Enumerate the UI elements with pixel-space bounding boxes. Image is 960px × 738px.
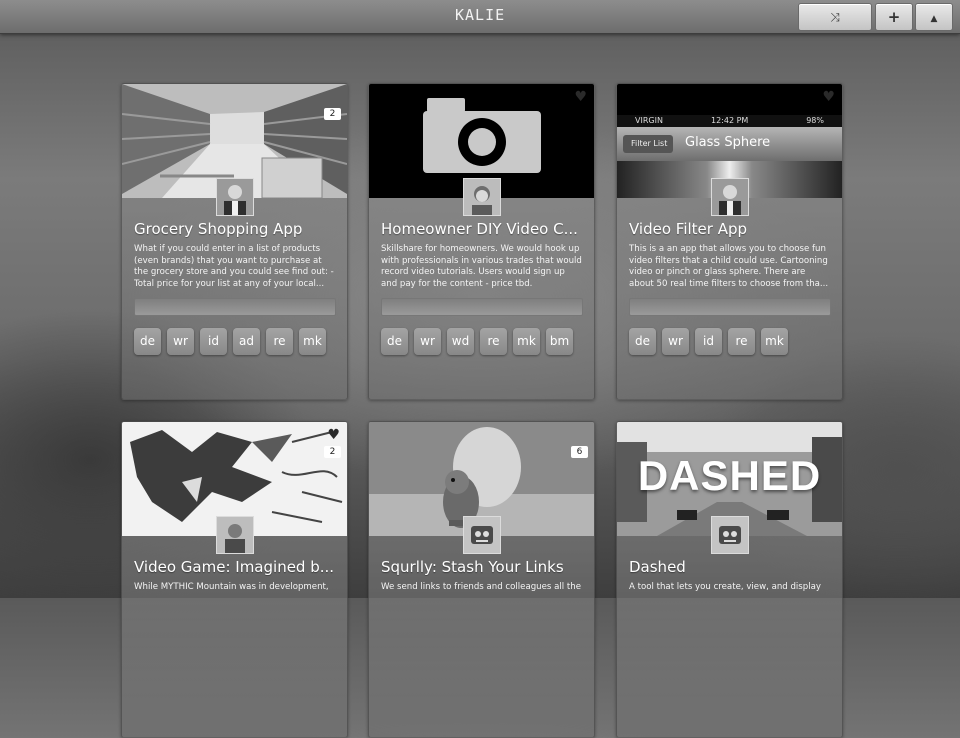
progress-bar (629, 298, 831, 316)
heart-icon[interactable]: ♥ (574, 90, 587, 104)
skill-tag[interactable]: bm (546, 328, 573, 355)
skill-tag[interactable]: wr (414, 328, 441, 355)
skill-tag[interactable]: de (381, 328, 408, 355)
skill-tag[interactable]: mk (761, 328, 788, 355)
avatar[interactable] (711, 178, 749, 216)
skill-tag[interactable]: id (695, 328, 722, 355)
project-card[interactable]: ♥ 2 Video Game: Imagined b... While MYTH… (121, 421, 348, 738)
project-card[interactable]: ♥ Homeowner DIY Video C... Skillshare fo… (368, 83, 595, 400)
project-card[interactable]: 6 Squrlly: Stash Your Links We send link… (368, 421, 595, 738)
skill-tag[interactable]: id (200, 328, 227, 355)
skill-tags: de wr id ad re mk (134, 328, 326, 355)
heart-icon[interactable]: ♥ (327, 428, 340, 442)
card-description: While MYTHIC Mountain was in development… (134, 582, 329, 592)
user-icon: ▲ (930, 14, 938, 24)
phone-screen-title: Glass Sphere (685, 135, 771, 150)
shuffle-button[interactable]: ⤨ (798, 3, 872, 31)
card-title[interactable]: Squrlly: Stash Your Links (381, 558, 586, 576)
progress-bar (381, 298, 583, 316)
project-card[interactable]: VIRGIN 12:42 PM 98% Filter List Glass Sp… (616, 83, 843, 400)
plus-icon: + (887, 8, 901, 26)
card-title[interactable]: Video Game: Imagined b... (134, 558, 339, 576)
top-bar: KALIE ⤨ + ▲ (0, 0, 960, 34)
card-title[interactable]: Homeowner DIY Video C... (381, 220, 586, 238)
comment-count-badge: 6 (571, 446, 588, 458)
skill-tags: de wr wd re mk bm (381, 328, 573, 355)
card-description: What if you could enter in a list of pro… (134, 244, 334, 289)
back-button: Filter List (623, 135, 674, 153)
avatar[interactable] (216, 516, 254, 554)
clock-label: 12:42 PM (711, 116, 749, 125)
card-description: A tool that lets you create, view, and d… (629, 582, 821, 592)
skill-tag[interactable]: de (629, 328, 656, 355)
avatar[interactable] (463, 178, 501, 216)
card-description: This is a an app that allows you to choo… (629, 244, 829, 289)
skill-tag[interactable]: wr (167, 328, 194, 355)
skill-tag[interactable]: wd (447, 328, 474, 355)
card-description: We send links to friends and colleagues … (381, 582, 582, 592)
app-logo[interactable]: KALIE (455, 6, 505, 24)
card-title[interactable]: Dashed (629, 558, 834, 576)
card-description: Skillshare for homeowners. We would hook… (381, 244, 582, 289)
profile-button[interactable]: ▲ (915, 3, 953, 31)
skill-tag[interactable]: mk (299, 328, 326, 355)
skill-tags: de wr id re mk (629, 328, 788, 355)
image-text-dashed: DASHED (637, 452, 822, 499)
skill-tag[interactable]: re (266, 328, 293, 355)
skill-tag[interactable]: wr (662, 328, 689, 355)
project-card[interactable]: DASHED Dashed A tool that lets you creat… (616, 421, 843, 738)
battery-label: 98% (806, 116, 824, 125)
add-button[interactable]: + (875, 3, 913, 31)
avatar[interactable] (463, 516, 501, 554)
skill-tag[interactable]: mk (513, 328, 540, 355)
avatar[interactable] (711, 516, 749, 554)
skill-tag[interactable]: re (728, 328, 755, 355)
skill-tag[interactable]: ad (233, 328, 260, 355)
project-card[interactable]: 2 Grocery Shopping App What if you could… (121, 83, 348, 400)
heart-icon[interactable]: ♥ (822, 90, 835, 104)
card-title[interactable]: Grocery Shopping App (134, 220, 339, 238)
phone-nav-bar: Filter List Glass Sphere (617, 127, 842, 161)
progress-bar (134, 298, 336, 316)
comment-count-badge: 2 (324, 446, 341, 458)
comment-count-badge: 2 (324, 108, 341, 120)
phone-status-bar: VIRGIN 12:42 PM 98% (617, 115, 842, 127)
skill-tag[interactable]: re (480, 328, 507, 355)
shuffle-icon: ⤨ (830, 10, 840, 24)
avatar[interactable] (216, 178, 254, 216)
skill-tag[interactable]: de (134, 328, 161, 355)
carrier-label: VIRGIN (635, 116, 663, 125)
card-title[interactable]: Video Filter App (629, 220, 834, 238)
